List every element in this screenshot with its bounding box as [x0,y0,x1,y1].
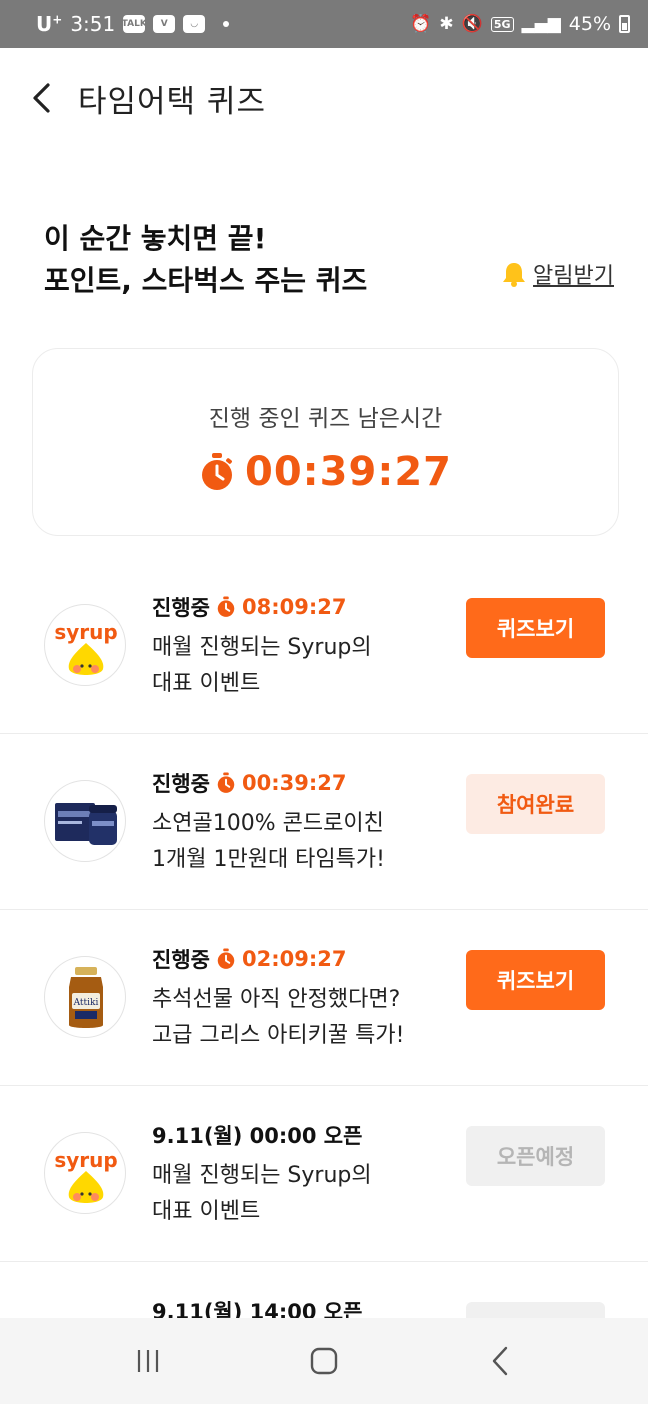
v-app-icon: V [153,15,176,33]
timer-label: 진행 중인 퀴즈 남은시간 [208,406,443,432]
bluetooth-icon: ✱ [439,14,454,34]
recent-apps-icon [137,1350,159,1372]
chevron-left-icon [33,83,50,113]
battery-percent: 45% [568,13,611,35]
quiz-item: Attiki 진행중 02:09:27 추석선물 아직 안정했다면? 고급 그리… [0,910,648,1086]
hero-section: 이 순간 놓치면 끝! 포인트, 스타벅스 주는 퀴즈 알림받기 [44,218,614,302]
quiz-item: syrup 9.11(월) 00:00 오픈 매월 진행되는 Syrup의 대표… [0,1086,648,1262]
svg-text:Attiki: Attiki [73,998,99,1008]
system-nav-bar [0,1318,648,1404]
alarm-label: 알림받기 [533,264,614,289]
smile-app-icon: ◡ [183,15,206,33]
coming-soon-button: 오픈예정 [466,1126,605,1186]
participated-button[interactable]: 참여완료 [466,774,605,834]
quiz-description: 추석선물 아직 안정했다면? 고급 그리스 아티키꿀 특가! [152,987,405,1048]
alarm-subscribe-link[interactable]: 알림받기 [501,258,614,290]
page-title: 타임어택 퀴즈 [78,83,266,120]
timer-row: 00:39:27 [33,449,618,495]
home-button[interactable] [294,1331,354,1391]
timer-value: 00:39:27 [245,449,452,495]
syrup-logo-thumbnail: syrup [44,604,126,686]
remaining-time-card: 진행 중인 퀴즈 남은시간 00:39:27 [32,348,619,536]
back-icon [492,1346,508,1376]
carrier-label: U+ [36,12,63,36]
coming-soon-button [466,1302,605,1318]
view-quiz-button[interactable]: 퀴즈보기 [466,598,605,658]
home-icon [310,1347,338,1375]
status-text: 진행중 [152,772,210,796]
quiz-status: 진행중 00:39:27 [152,768,346,798]
clock: 3:51 [70,12,116,36]
system-back-button[interactable] [470,1331,530,1391]
quiz-remaining-time: 00:39:27 [241,771,347,795]
quiz-description: 소연골100% 콘드로이친 1개월 1만원대 타임특가! [152,811,385,872]
status-text: 진행중 [152,948,210,972]
mute-icon: 🔇 [461,14,483,34]
quiz-remaining-time: 02:09:27 [241,947,347,971]
quiz-status: 9.11(월) 00:00 오픈 [152,1120,362,1150]
stopwatch-icon [217,948,235,969]
stopwatch-icon [217,596,235,617]
bell-icon [503,263,526,287]
status-bar: U+ 3:51 TALK V ◡ ⏰ ✱ 🔇 5G ▂▄▆ 45% [0,0,648,48]
quiz-item: 9.11(월) 14:00 오픈 [0,1262,648,1318]
status-left: U+ 3:51 TALK V ◡ [36,12,230,36]
quiz-item: 진행중 00:39:27 소연골100% 콘드로이친 1개월 1만원대 타임특가… [0,734,648,910]
quiz-list: syrup 진행중 08:09:27 매월 진행되는 Syrup의 대표 이벤트… [0,558,648,1318]
honey-jar-thumbnail: Attiki [44,956,126,1038]
network-icon: 5G [490,16,514,32]
quiz-description: 매월 진행되는 Syrup의 대표 이벤트 [152,635,372,696]
status-text: 진행중 [152,596,210,620]
stopwatch-icon [217,772,235,793]
alarm-icon: ⏰ [410,14,432,34]
notification-dot-icon [223,21,230,27]
svg-text:syrup: syrup [54,1148,117,1172]
app-header: 타임어택 퀴즈 [0,48,648,148]
quiz-item: syrup 진행중 08:09:27 매월 진행되는 Syrup의 대표 이벤트… [0,558,648,734]
battery-icon [619,15,630,33]
quiz-status: 진행중 08:09:27 [152,592,346,622]
open-schedule-text: 9.11(월) 00:00 오픈 [152,1124,363,1148]
supplement-product-thumbnail [44,780,126,862]
syrup-logo-thumbnail: syrup [44,1132,126,1214]
view-quiz-button[interactable]: 퀴즈보기 [466,950,605,1010]
quiz-remaining-time: 08:09:27 [241,595,347,619]
recent-apps-button[interactable] [118,1331,178,1391]
open-schedule-text: 9.11(월) 14:00 오픈 [152,1300,363,1318]
status-right: ⏰ ✱ 🔇 5G ▂▄▆ 45% [410,13,630,35]
svg-text:syrup: syrup [54,620,117,644]
back-button[interactable] [22,78,62,118]
stopwatch-icon [202,453,232,490]
signal-icon: ▂▄▆ [521,14,561,34]
hero-headline-1: 이 순간 놓치면 끝! [44,222,267,255]
quiz-status: 9.11(월) 14:00 오픈 [152,1296,362,1318]
quiz-description: 매월 진행되는 Syrup의 대표 이벤트 [152,1163,372,1224]
quiz-status: 진행중 02:09:27 [152,944,346,974]
talk-icon: TALK [122,15,147,33]
